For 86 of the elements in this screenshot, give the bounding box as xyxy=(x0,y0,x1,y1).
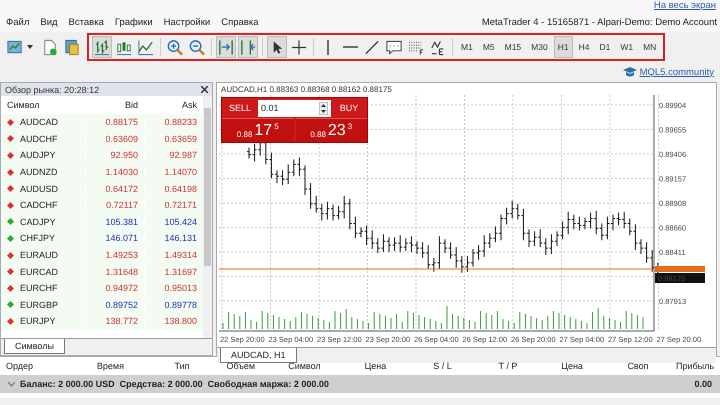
zoom-out-icon xyxy=(188,38,206,56)
symbol-cell[interactable]: CADJPY xyxy=(20,216,56,227)
chart-header: AUDCAD,H1 0.88363 0.88368 0.88162 0.88175 xyxy=(220,85,393,95)
symbol-cell[interactable]: CHFJPY xyxy=(20,233,56,244)
menu-item[interactable]: Вид xyxy=(40,17,58,28)
timeframe-button[interactable]: M30 xyxy=(527,36,552,58)
balance-text: Свободная маржа: 2 000.00 xyxy=(208,379,329,389)
symbol-cell[interactable]: EURGBP xyxy=(20,300,58,310)
column-header[interactable]: Цена xyxy=(517,361,583,371)
column-header[interactable]: Объем xyxy=(190,361,256,371)
scroll-right-icon xyxy=(217,38,235,56)
toolbar-button[interactable] xyxy=(267,36,287,58)
dropdown-caret-icon[interactable] xyxy=(27,45,33,49)
menu-item[interactable]: Справка xyxy=(221,17,258,28)
column-header[interactable]: Своп xyxy=(582,361,648,371)
spinner-icon[interactable] xyxy=(319,102,328,114)
fullscreen-link[interactable]: На весь экран xyxy=(654,0,716,13)
symbol-cell[interactable]: EURAUD xyxy=(20,250,58,260)
graduation-cap-icon xyxy=(622,66,637,78)
column-header[interactable]: Цена xyxy=(320,361,386,371)
panel-tab[interactable]: Символы xyxy=(4,339,65,354)
sell-button[interactable]: SELL xyxy=(222,98,258,118)
buy-button[interactable]: BUY xyxy=(331,98,367,118)
bid-cell: 105.381 xyxy=(85,216,144,227)
bid-cell: 146.071 xyxy=(85,233,144,244)
volume-field[interactable]: 0.01 xyxy=(258,100,331,116)
profit-value: 0.00 xyxy=(694,379,712,389)
bid-cell: 0.63609 xyxy=(85,134,144,144)
menu-item[interactable]: Графики xyxy=(114,17,153,28)
community-link[interactable]: MQL5.community xyxy=(640,66,714,78)
close-icon[interactable] xyxy=(201,86,208,93)
timeframe-button[interactable]: D1 xyxy=(595,36,614,58)
timeframe-button[interactable]: M15 xyxy=(500,36,526,58)
bid-cell: 138.772 xyxy=(85,316,144,326)
window-title: MetaTrader 4 - 15165871 - Alpari-Demo: Demo Account xyxy=(482,17,718,28)
menu-item[interactable]: Файл xyxy=(6,17,30,28)
bid-cell: 0.72117 xyxy=(85,200,144,210)
bar-chart-icon xyxy=(93,38,111,56)
timeframe-button[interactable]: H1 xyxy=(554,36,573,58)
balance-text: Средства: 2 000.00 xyxy=(120,379,203,389)
bid-cell: 1.31648 xyxy=(85,266,144,277)
bid-cell: 0.88175 xyxy=(85,117,144,128)
horizontal-line-icon xyxy=(342,46,358,48)
balance-text: Баланс: 2 000.00 USD xyxy=(20,379,115,389)
collapse-caret-icon[interactable] xyxy=(8,382,15,386)
column-header[interactable]: Символ xyxy=(255,361,321,371)
crosshair-icon xyxy=(290,38,308,56)
shift-icon xyxy=(239,38,257,56)
symbol-cell[interactable]: AUDCHF xyxy=(20,134,58,144)
zoom-in-icon xyxy=(166,38,184,56)
symbol-cell[interactable]: AUDJPY xyxy=(20,150,56,160)
column-header[interactable]: Время xyxy=(58,361,124,371)
symbol-cell[interactable]: EURCHF xyxy=(20,283,58,294)
bid-cell: 0.89752 xyxy=(85,300,144,310)
bid-cell: 92.950 xyxy=(85,150,144,160)
symbol-cell[interactable]: AUDNZD xyxy=(20,167,58,178)
timeframe-button[interactable]: M1 xyxy=(457,36,477,58)
timeframe-button[interactable]: M5 xyxy=(478,36,499,58)
column-header[interactable]: Символ xyxy=(1,100,85,110)
column-header[interactable]: Bid xyxy=(85,100,144,110)
symbol-cell[interactable]: CADCHF xyxy=(20,200,58,210)
menu-item[interactable]: Вставка xyxy=(68,17,104,28)
timeframe-button[interactable]: W1 xyxy=(616,36,638,58)
symbol-cell[interactable]: AUDUSD xyxy=(20,184,58,194)
bid-cell: 0.64172 xyxy=(85,184,144,194)
symbol-cell[interactable]: EURJPY xyxy=(20,316,56,326)
symbol-cell[interactable]: AUDCAD xyxy=(20,117,58,128)
column-header[interactable]: Прибыль xyxy=(648,361,714,371)
bid-cell: 1.49253 xyxy=(85,250,144,260)
bid-cell: 1.14030 xyxy=(85,167,144,178)
symbol-cell[interactable]: EURCAD xyxy=(20,266,58,277)
scrollbar[interactable] xyxy=(203,96,212,338)
ask-tag xyxy=(655,266,705,272)
column-header[interactable]: S / L xyxy=(386,361,452,371)
timeframe-button[interactable]: MN xyxy=(639,36,660,58)
chart-tab[interactable]: AUDCAD, H1 xyxy=(220,348,297,363)
vertical-line-icon xyxy=(327,40,329,54)
column-header[interactable]: Ордер xyxy=(6,361,58,371)
menu-item[interactable]: Настройки xyxy=(164,17,210,28)
money-icon xyxy=(63,38,81,56)
timeframe-button[interactable]: H4 xyxy=(574,36,594,58)
column-header[interactable]: Тип xyxy=(124,361,190,371)
panel-title: Обзор рынка: 20:28:12 xyxy=(5,84,100,94)
line-chart-icon xyxy=(137,38,155,56)
column-header[interactable]: T / P xyxy=(452,361,518,371)
bid-cell: 0.94972 xyxy=(85,283,144,294)
